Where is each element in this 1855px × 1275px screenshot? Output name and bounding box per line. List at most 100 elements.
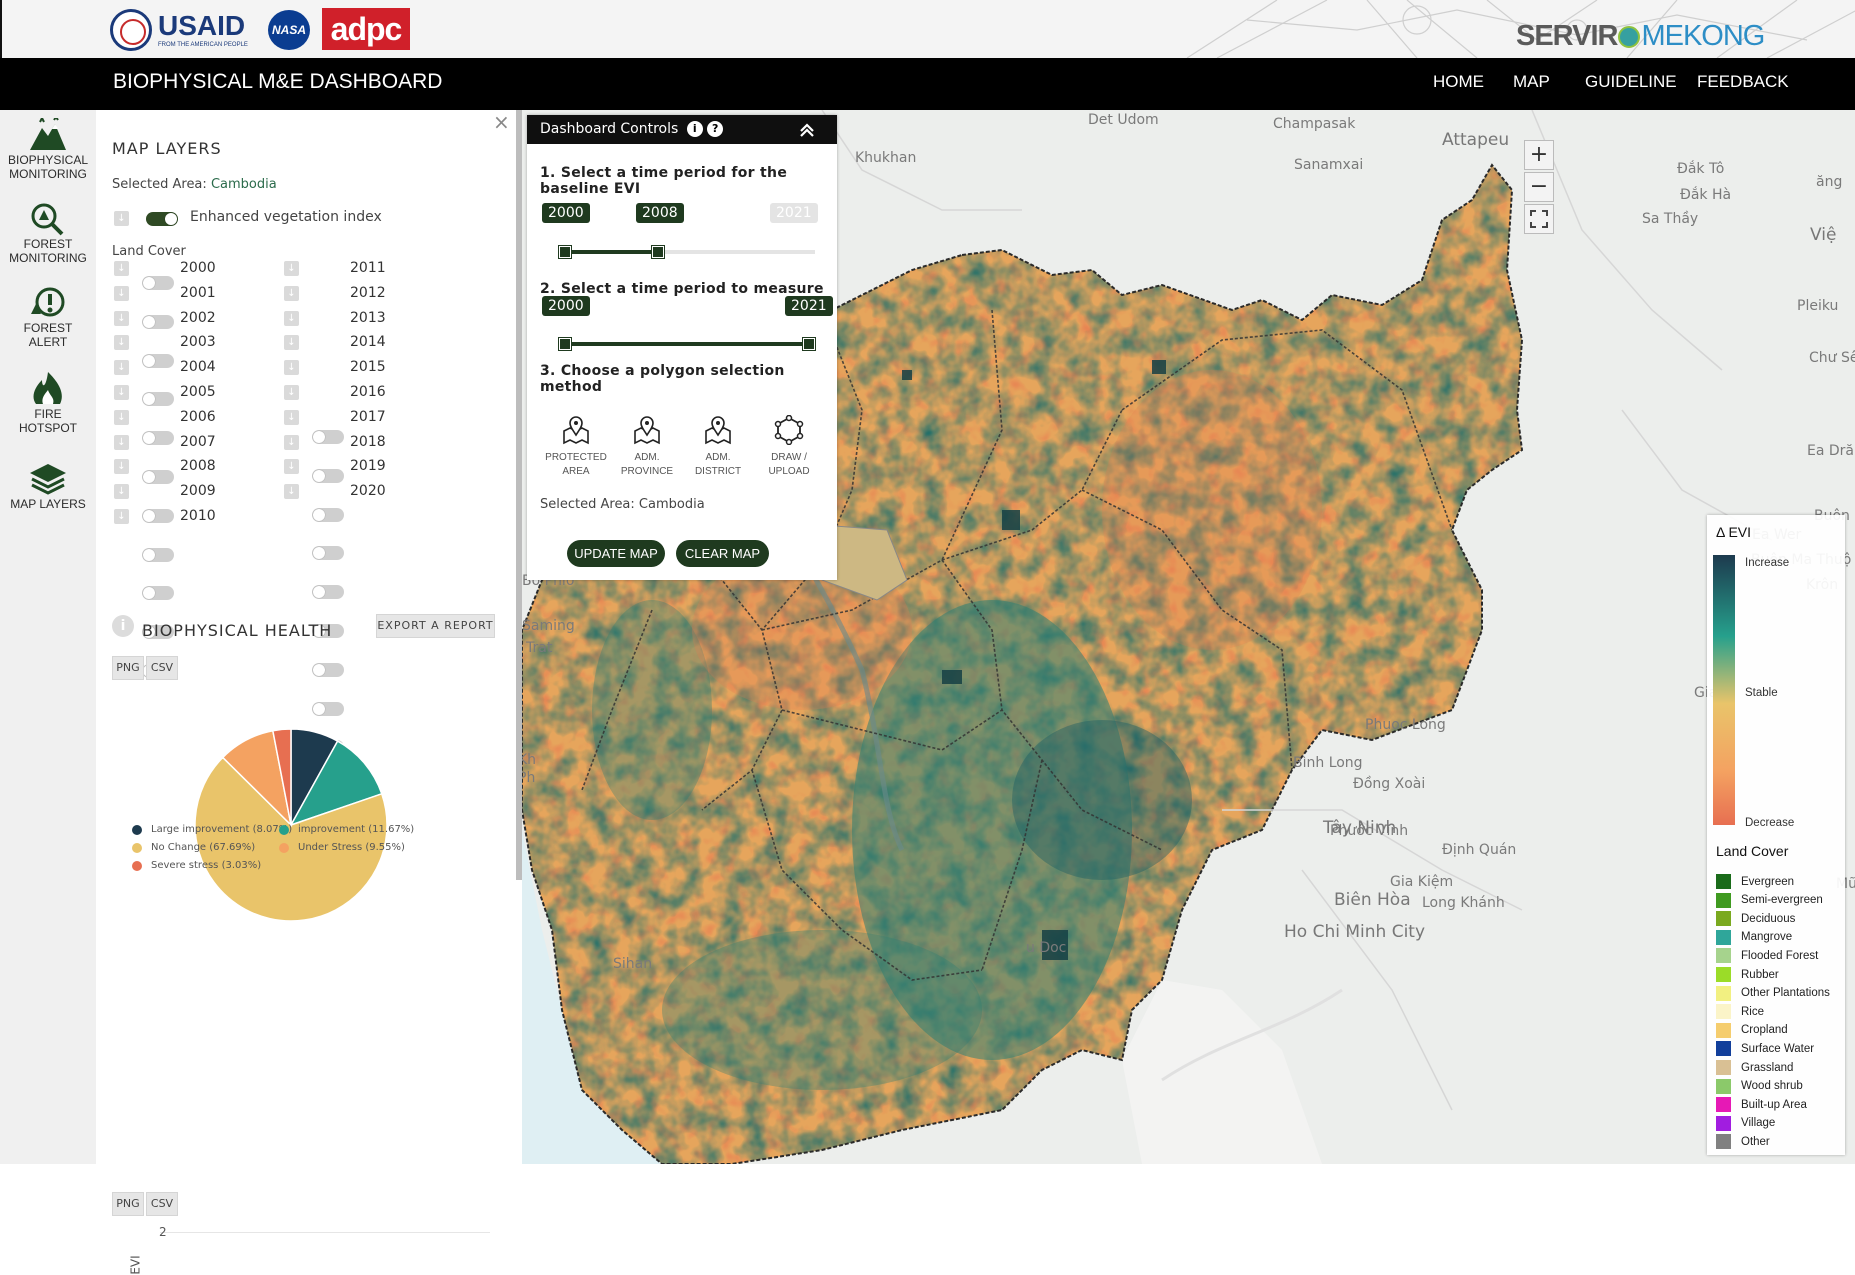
download-icon[interactable]: ↓ — [114, 459, 129, 475]
baseline-start-handle[interactable] — [558, 245, 572, 259]
sidebar-item-fire-hotspot[interactable]: FIRE HOTSPOT — [0, 370, 96, 434]
land-cover-toggle-2002[interactable] — [142, 353, 174, 368]
land-cover-legend-item: Village — [1716, 1115, 1776, 1131]
collapse-chevron-icon[interactable] — [799, 123, 815, 137]
clear-map-button[interactable]: CLEAR MAP — [676, 540, 769, 567]
layers-icon — [30, 464, 66, 495]
download-icon[interactable]: ↓ — [284, 434, 299, 450]
land-cover-toggle-2000[interactable] — [142, 276, 174, 290]
download-icon[interactable]: ↓ — [284, 484, 299, 500]
pie-legend-item[interactable]: Large improvement (8.07%) — [132, 824, 292, 835]
pie-legend-item[interactable]: Under Stress (9.55%) — [279, 842, 405, 853]
download-icon[interactable]: ↓ — [114, 261, 129, 276]
nav-guideline[interactable]: GUIDELINE — [1585, 72, 1677, 92]
legend-dot — [279, 842, 289, 853]
download-icon[interactable]: ↓ — [114, 360, 129, 376]
png-button[interactable]: PNG — [112, 656, 144, 680]
land-cover-toggle-2014[interactable] — [312, 546, 344, 561]
download-icon[interactable]: ↓ — [114, 285, 129, 301]
servir-mekong-logo[interactable]: SERVIR MEKONG — [1516, 20, 1765, 53]
evi-toggle[interactable] — [146, 212, 178, 226]
land-cover-toggle-2013[interactable] — [312, 507, 344, 522]
download-icon[interactable]: ↓ — [284, 310, 299, 326]
download-icon[interactable]: ↓ — [114, 434, 129, 450]
sidebar-label: FOREST — [23, 237, 73, 251]
download-icon[interactable]: ↓ — [114, 310, 129, 326]
download-icon[interactable]: ↓ — [114, 509, 129, 524]
measure-end-handle[interactable] — [802, 337, 816, 351]
method-protected-area[interactable]: PROTECTED AREA — [539, 415, 613, 477]
zoom-in-button[interactable]: + — [1524, 140, 1554, 170]
land-cover-toggle-2011[interactable] — [312, 430, 344, 444]
measure-slider-range[interactable] — [564, 342, 808, 346]
icon-sidebar: BIOPHYSICAL MONITORING FOREST MONITORING… — [0, 110, 97, 1164]
method-draw-upload[interactable]: DRAW / UPLOAD — [752, 414, 826, 477]
nasa-logo[interactable]: NASA — [268, 10, 310, 50]
land-cover-toggle-2015[interactable] — [312, 585, 344, 600]
method-adm-district[interactable]: ADM. DISTRICT — [681, 415, 755, 477]
pie-legend-item[interactable]: No Change (67.69%) — [132, 842, 255, 853]
controls-header[interactable]: Dashboard Controls i ? — [527, 115, 837, 144]
land-cover-year-label: 2002 — [180, 309, 216, 326]
download-icon[interactable]: ↓ — [284, 385, 299, 400]
download-icon[interactable]: ↓ — [114, 335, 129, 351]
map-place-label: Việ — [1810, 225, 1837, 245]
download-icon[interactable]: ↓ — [284, 261, 299, 276]
fullscreen-button[interactable] — [1524, 204, 1554, 234]
land-cover-toggle-2006[interactable] — [142, 508, 174, 523]
land-cover-year-label: 2006 — [180, 408, 216, 425]
sidebar-item-forest-monitoring[interactable]: FOREST MONITORING — [0, 202, 96, 264]
controls-selected-area: Selected Area: Cambodia — [540, 497, 705, 512]
sidebar-item-map-layers[interactable]: MAP LAYERS — [0, 462, 96, 510]
info-icon[interactable]: i — [686, 121, 703, 137]
nav-feedback[interactable]: FEEDBACK — [1697, 72, 1789, 92]
download-icon[interactable]: ↓ — [114, 484, 129, 500]
download-icon[interactable]: ↓ — [284, 335, 299, 351]
measure-start-handle[interactable] — [558, 337, 572, 351]
download-icon[interactable]: ↓ — [114, 385, 129, 400]
update-map-button[interactable]: UPDATE MAP — [567, 540, 665, 567]
adpc-logo[interactable]: adpc — [322, 8, 410, 50]
land-cover-toggle-2008[interactable] — [142, 586, 174, 601]
map-place-label: Sa Thầy — [1642, 211, 1699, 227]
help-icon[interactable]: ? — [707, 121, 724, 137]
pie-legend-item[interactable]: Severe stress (3.03%) — [132, 860, 261, 871]
nav-home[interactable]: HOME — [1433, 72, 1484, 92]
download-icon[interactable]: ↓ — [284, 285, 299, 301]
land-cover-toggle-2001[interactable] — [142, 314, 174, 329]
pie-legend-item[interactable]: improvement (11.67%) — [279, 824, 414, 835]
method-adm-province[interactable]: ADM. PROVINCE — [610, 415, 684, 477]
download-icon[interactable]: ↓ — [284, 459, 299, 475]
sidebar-item-forest-alert[interactable]: FOREST ALERT — [0, 286, 96, 348]
baseline-end-handle[interactable] — [651, 245, 665, 259]
evi-label: Enhanced vegetation index — [190, 209, 382, 225]
sidebar-item-biophysical[interactable]: BIOPHYSICAL MONITORING — [0, 118, 96, 180]
download-icon[interactable]: ↓ — [114, 211, 129, 226]
map-place-label: Bình Long — [1293, 755, 1363, 771]
png-button-2[interactable]: PNG — [112, 1192, 144, 1216]
map-place-label: Biên Hòa — [1334, 890, 1411, 910]
csv-button-2[interactable]: CSV — [146, 1192, 178, 1216]
land-cover-toggle-2012[interactable] — [312, 468, 344, 483]
download-icon[interactable]: ↓ — [284, 409, 299, 425]
legend-swatch — [1716, 892, 1731, 908]
nav-map[interactable]: MAP — [1513, 72, 1550, 92]
land-cover-year-label: 2012 — [350, 284, 386, 301]
evi-legend-title: Δ EVI — [1716, 524, 1752, 540]
download-icon[interactable]: ↓ — [114, 409, 129, 425]
download-icon[interactable]: ↓ — [284, 360, 299, 376]
zoom-out-button[interactable]: − — [1524, 172, 1554, 202]
csv-button[interactable]: CSV — [146, 656, 178, 680]
land-cover-toggle-2003[interactable] — [142, 392, 174, 407]
usaid-logo[interactable]: USAID FROM THE AMERICAN PEOPLE — [110, 9, 248, 51]
legend-label: Village — [1741, 1117, 1776, 1130]
close-panel-icon[interactable]: × — [493, 110, 510, 134]
land-cover-toggle-2017[interactable] — [312, 662, 344, 677]
legend-dot — [132, 842, 142, 853]
land-cover-toggle-2007[interactable] — [142, 547, 174, 562]
info-icon[interactable]: i — [112, 615, 134, 637]
land-cover-toggle-2005[interactable] — [142, 470, 174, 484]
usaid-wordmark: USAID — [158, 10, 246, 41]
export-report-button[interactable]: EXPORT A REPORT — [376, 614, 495, 638]
land-cover-toggle-2004[interactable] — [142, 431, 174, 446]
